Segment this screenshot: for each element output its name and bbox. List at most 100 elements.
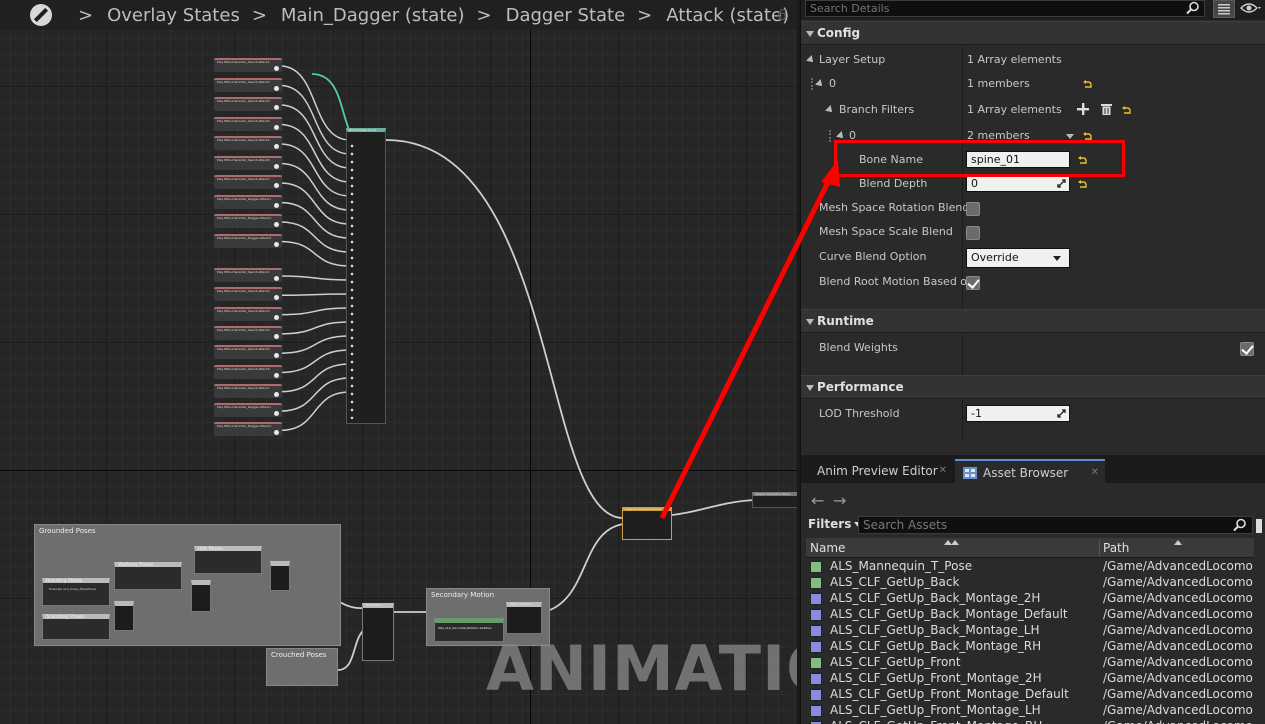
output-pin[interactable] <box>274 124 279 130</box>
column-path-header[interactable]: Path <box>1103 541 1129 555</box>
asset-row[interactable]: ALS_CLF_GetUp_Back/Game/AdvancedLocomoti <box>806 575 1254 591</box>
standing-poses-node[interactable]: Standing Poses <box>42 614 110 640</box>
output-pin[interactable] <box>274 295 279 301</box>
play-animation-node[interactable]: Play RPG-Character_Sword-Attack5 <box>214 345 282 360</box>
output-pose-node[interactable]: Output Animation Pose <box>752 492 797 508</box>
asset-row[interactable]: ALS_CLF_GetUp_Back_Montage_2H/Game/Advan… <box>806 591 1254 607</box>
play-animation-node[interactable]: Play RPG-Character_Dagger-Attack2 <box>214 214 282 228</box>
play-animation-node[interactable]: Play RPG-Character_Sword-Attack4 <box>214 116 282 131</box>
play-animation-node[interactable]: Play RPG-Character_Sword-Attack2 <box>214 287 282 302</box>
chevron-down-icon[interactable] <box>1066 134 1074 139</box>
output-pin[interactable] <box>274 353 279 359</box>
play-animation-node[interactable]: Play RPG-Character_Sword-Attack6 <box>214 364 282 379</box>
close-icon[interactable]: ✕ <box>1091 461 1099 485</box>
play-animation-node[interactable]: Play RPG-Character_Sword-Attack5 <box>214 136 282 150</box>
expand-arrow-icon[interactable] <box>806 55 816 65</box>
root-motion-checkbox[interactable] <box>966 276 980 290</box>
output-pin[interactable] <box>274 276 279 281</box>
output-pin[interactable] <box>274 222 279 227</box>
forward-arrow-icon[interactable]: → <box>833 491 846 510</box>
output-pin[interactable] <box>274 372 279 378</box>
breadcrumb-attack-state[interactable]: Attack (state) <box>666 5 789 26</box>
column-divider[interactable] <box>1099 540 1100 556</box>
play-animation-node[interactable]: Play RPG-Character_Sword-Attack1 <box>214 58 282 72</box>
play-animation-node[interactable]: Play RPG-Character_Sword-Attack2 <box>214 77 282 92</box>
play-animation-node[interactable]: Play RPG-Character_Dagger-Attack1 <box>214 403 282 418</box>
mesh-rotation-checkbox[interactable] <box>966 202 980 216</box>
apply-additive-node[interactable]: Apply Additive <box>506 602 542 634</box>
filters-button[interactable]: Filters <box>808 517 862 531</box>
play-animation-node[interactable]: Play RPG-Character_Sword-Attack6 <box>214 155 282 170</box>
breadcrumb-main-dagger[interactable]: Main_Dagger (state) <box>281 5 465 26</box>
performance-section-header[interactable]: Performance <box>801 375 1265 399</box>
output-pin[interactable] <box>274 66 279 71</box>
output-pin[interactable] <box>274 144 279 149</box>
blend-depth-field[interactable]: 0 <box>966 175 1070 192</box>
play-animation-node[interactable]: Play RPG-Character_Sword-Attack7 <box>214 175 282 189</box>
drag-handle-icon[interactable] <box>829 130 831 142</box>
runtime-section-header[interactable]: Runtime <box>801 309 1265 333</box>
graph-home-icon[interactable] <box>30 4 52 26</box>
sort-up-icon[interactable] <box>1174 540 1182 545</box>
layered-blend-node[interactable]: Layered blend per bone <box>622 507 672 540</box>
output-pin[interactable] <box>274 391 279 397</box>
back-arrow-icon[interactable]: ← <box>811 491 824 510</box>
expand-arrow-icon[interactable] <box>825 105 835 115</box>
reset-arrow-icon[interactable] <box>1122 106 1131 115</box>
lod-threshold-field[interactable]: -1 <box>966 405 1070 422</box>
play-animation-node[interactable]: Play RPG-Character_Dagger-Attack2 <box>214 422 282 437</box>
panel-edge-scroll[interactable] <box>1256 519 1262 533</box>
reset-arrow-icon[interactable] <box>1083 80 1092 89</box>
idle-poses-node[interactable]: Idle Poses <box>194 546 262 574</box>
play-animation-node[interactable]: Play RPG-Character_Sword-Attack4 <box>214 325 282 340</box>
asset-row[interactable]: ALS_CLF_GetUp_Front_Montage_RH/Game/Adva… <box>806 719 1254 724</box>
visibility-button[interactable] <box>1239 0 1263 18</box>
breadcrumb-overlay-states[interactable]: Overlay States <box>107 5 240 26</box>
search-icon[interactable] <box>1233 518 1247 532</box>
drag-handle-icon[interactable] <box>811 78 813 90</box>
output-pin[interactable] <box>274 430 279 436</box>
play-animation-node[interactable]: Play RPG-Character_Sword-Attack1 <box>214 268 282 282</box>
output-pin[interactable] <box>274 85 279 91</box>
play-animation-node[interactable]: Play RPG-Character_Sword-Attack3 <box>214 97 282 111</box>
output-pin[interactable] <box>274 411 279 417</box>
anim-graph-canvas[interactable]: Play RPG-Character_Sword-Attack1 Play RPG… <box>0 0 797 724</box>
walking-poses-node[interactable]: Walking Poses <box>114 562 182 590</box>
crouched-poses-comment[interactable]: Crouched Poses <box>266 648 338 686</box>
details-search-input[interactable] <box>805 0 1205 17</box>
output-pin[interactable] <box>274 183 279 188</box>
asset-row[interactable]: ALS_CLF_GetUp_Back_Montage_Default/Game/… <box>806 607 1254 623</box>
asset-row[interactable]: ALS_CLF_GetUp_Front/Game/AdvancedLocomot… <box>806 655 1254 671</box>
output-pin[interactable] <box>274 202 279 208</box>
tab-anim-preview-editor[interactable]: Anim Preview Editor ✕ <box>809 459 953 483</box>
play-animation-node[interactable]: Play RPG-Character_Dagger-Attack1 <box>214 194 282 209</box>
output-pin[interactable] <box>274 163 279 169</box>
blend-weights-checkbox[interactable] <box>1240 342 1254 356</box>
play-animation-node[interactable]: Play RPG-Character_Dagger-Attack3 <box>214 233 282 248</box>
expand-arrow-icon[interactable] <box>815 79 825 89</box>
column-name-header[interactable]: Name <box>810 541 845 555</box>
asset-row[interactable]: ALS_CLF_GetUp_Front_Montage_Default/Game… <box>806 687 1254 703</box>
blend-node-1[interactable] <box>114 601 134 631</box>
blend-node-2[interactable] <box>191 580 211 612</box>
asset-search-input[interactable]: Search Assets <box>858 516 1253 534</box>
asset-row[interactable]: ALS_Mannequin_T_Pose/Game/AdvancedLocomo… <box>806 559 1254 575</box>
asset-row[interactable]: ALS_CLF_GetUp_Back_Montage_RH/Game/Advan… <box>806 639 1254 655</box>
close-icon[interactable]: ✕ <box>939 459 947 483</box>
output-pin[interactable] <box>274 241 279 247</box>
asset-list[interactable]: ALS_Mannequin_T_Pose/Game/AdvancedLocomo… <box>806 559 1254 724</box>
blend-node-3[interactable] <box>270 561 290 591</box>
play-animation-node[interactable]: Play RPG-Character_Sword-Attack7 <box>214 383 282 398</box>
property-matrix-button[interactable] <box>1213 0 1235 18</box>
tab-asset-browser[interactable]: Asset Browser ✕ <box>955 459 1105 483</box>
add-element-icon[interactable] <box>1077 103 1089 115</box>
output-pin[interactable] <box>274 314 279 320</box>
asset-row[interactable]: ALS_CLF_GetUp_Front_Montage_LH/Game/Adva… <box>806 703 1254 719</box>
trash-icon[interactable] <box>1101 103 1112 115</box>
blend-bool-node[interactable]: Blend Bool <box>362 603 394 661</box>
output-pin[interactable] <box>274 333 279 339</box>
curve-blend-dropdown[interactable]: Override <box>966 248 1070 268</box>
blend-poses-node[interactable]: Blend Poses by int <box>346 128 386 424</box>
play-animation-node[interactable]: Play RPG-Character_Sword-Attack3 <box>214 306 282 321</box>
asset-row[interactable]: ALS_CLF_GetUp_Front_Montage_2H/Game/Adva… <box>806 671 1254 687</box>
